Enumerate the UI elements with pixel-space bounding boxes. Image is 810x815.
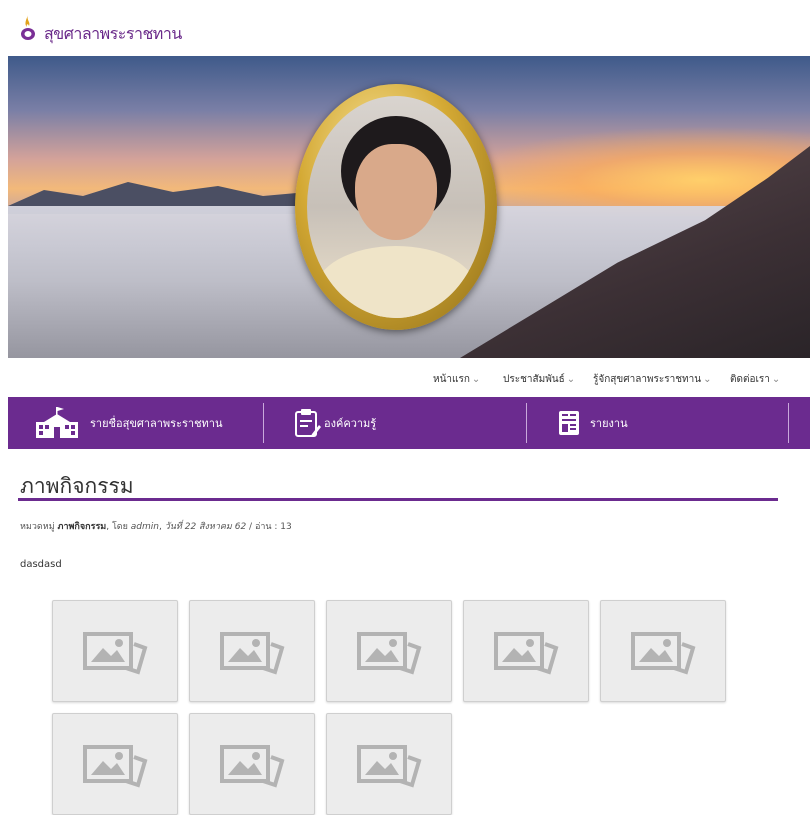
view-count: / อ่าน : 13	[249, 522, 292, 532]
chevron-down-icon: ⌄	[471, 374, 481, 385]
gallery-thumbnail[interactable]	[463, 600, 589, 702]
nav-item-contact[interactable]: ติดต่อเรา ⌄	[730, 372, 780, 387]
chevron-down-icon: ⌄	[771, 374, 781, 385]
nav-item-about[interactable]: รู้จักสุขศาลาพระราชทาน ⌄	[593, 372, 711, 387]
gallery-thumbnail[interactable]	[326, 713, 452, 815]
menu-divider	[263, 403, 264, 443]
royal-portrait	[307, 96, 485, 318]
image-placeholder-icon	[631, 632, 696, 675]
top-nav: หน้าแรก ⌄ ประชาสัมพันธ์ ⌄ รู้จักสุขศาลาพระ…	[0, 366, 810, 390]
image-placeholder-icon	[220, 632, 285, 675]
site-title[interactable]: สุขศาลาพระราชทาน	[44, 22, 182, 47]
menu-divider	[788, 403, 789, 443]
post-date: วันที่ 22 สิงหาคม 62	[164, 522, 247, 532]
nav-item-home[interactable]: หน้าแรก ⌄	[433, 372, 480, 387]
image-placeholder-icon	[494, 632, 559, 675]
menu-label: องค์ความรู้	[324, 417, 377, 430]
post-body: dasdasd	[20, 559, 62, 570]
image-placeholder-icon	[220, 745, 285, 788]
menu-item-clinic-list[interactable]: รายชื่อสุขศาลาพระราชทาน	[34, 397, 222, 449]
image-placeholder-icon	[357, 632, 422, 675]
report-document-icon	[559, 411, 579, 435]
post-meta: หมวดหมู่ ภาพกิจกรรม, โดย admin, วันที่ 2…	[20, 522, 292, 532]
royal-portrait-frame	[295, 84, 497, 330]
site-header: สุขศาลาพระราชทาน	[0, 0, 810, 56]
gallery-thumbnail[interactable]	[326, 600, 452, 702]
title-divider	[18, 498, 778, 501]
chevron-down-icon: ⌄	[703, 374, 712, 385]
gallery-thumbnail[interactable]	[189, 713, 315, 815]
menu-item-report[interactable]: รายงาน	[558, 397, 628, 449]
image-placeholder-icon	[357, 745, 422, 788]
gallery-thumbnail[interactable]	[52, 713, 178, 815]
menu-item-knowledge[interactable]: องค์ความรู้	[292, 397, 376, 449]
chevron-down-icon: ⌄	[566, 374, 576, 385]
image-placeholder-icon	[83, 745, 148, 788]
school-building-icon	[36, 407, 78, 438]
menu-label: รายชื่อสุขศาลาพระราชทาน	[90, 417, 223, 430]
menu-divider	[526, 403, 527, 443]
main-menu: รายชื่อสุขศาลาพระราชทาน องค์ความรู้ รายง…	[8, 397, 810, 449]
hero-banner	[8, 56, 810, 358]
author-name: admin	[130, 522, 159, 532]
nav-item-news[interactable]: ประชาสัมพันธ์ ⌄	[503, 372, 575, 387]
clipboard-edit-icon	[295, 409, 321, 437]
flame-logo-icon[interactable]	[18, 14, 38, 42]
gallery-thumbnail[interactable]	[52, 600, 178, 702]
image-placeholder-icon	[83, 632, 148, 675]
category-link[interactable]: ภาพกิจกรรม	[58, 522, 107, 532]
gallery-thumbnail[interactable]	[189, 600, 315, 702]
gallery-thumbnail[interactable]	[600, 600, 726, 702]
menu-label: รายงาน	[590, 417, 628, 430]
